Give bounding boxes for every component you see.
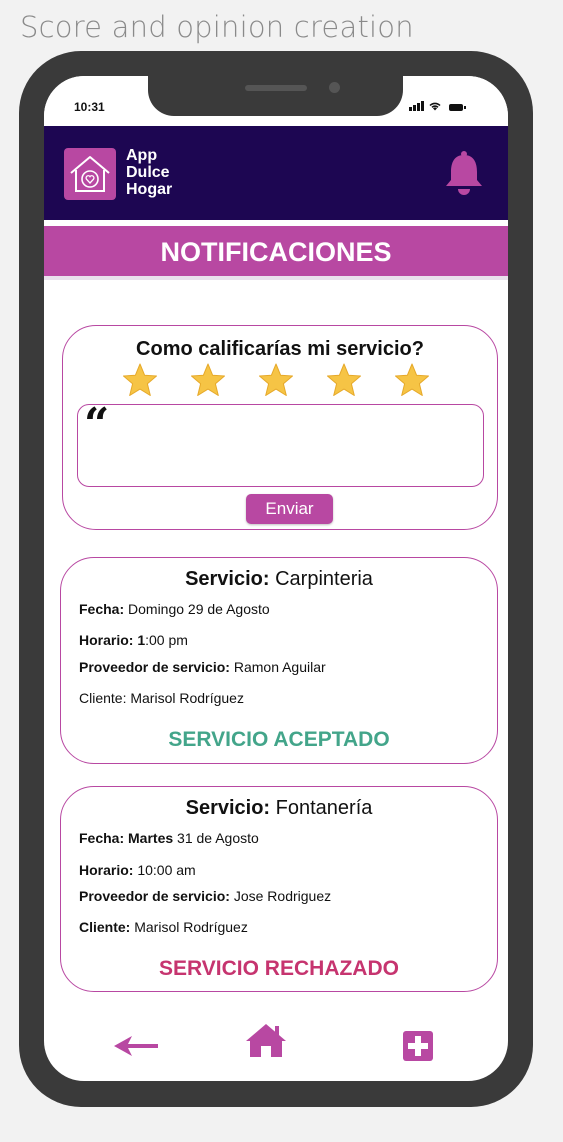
field-label: Fecha: Martes — [79, 830, 174, 846]
star-icon[interactable] — [325, 362, 363, 400]
field-label: Horario: — [79, 862, 134, 878]
service-title-label: Servicio: — [185, 568, 270, 590]
quote-icon: “ — [84, 399, 110, 450]
title-shadow — [44, 276, 508, 280]
service-client: Cliente: Marisol Rodríguez — [79, 919, 248, 935]
comment-box: “ — [77, 399, 484, 487]
phone-notch — [148, 76, 403, 116]
battery-icon — [449, 104, 466, 111]
wifi-icon — [429, 102, 441, 111]
field-value: 31 de Agosto — [173, 830, 259, 846]
status-bar: 10:31 — [44, 76, 508, 126]
field-value: Ramon Aguilar — [229, 659, 326, 675]
service-time: Horario: 10:00 am — [79, 862, 196, 878]
status-time: 10:31 — [74, 100, 105, 114]
star-rating — [121, 362, 431, 400]
star-icon[interactable] — [189, 362, 227, 400]
rating-question: Como calificarías mi servicio? — [136, 338, 424, 360]
field-label: Proveedor de servicio: — [79, 659, 230, 675]
field-value: Cliente: Marisol Rodríguez — [79, 690, 244, 706]
service-date: Fecha: Martes 31 de Agosto — [79, 830, 259, 846]
field-label: Proveedor de servicio: — [79, 888, 230, 904]
star-icon[interactable] — [257, 362, 295, 400]
service-status: SERVICIO ACEPTADO — [168, 728, 390, 751]
service-date: Fecha: Domingo 29 de Agosto — [79, 601, 270, 617]
speaker-grille — [245, 85, 307, 91]
app-header: App Dulce Hogar — [44, 126, 508, 220]
home-icon[interactable] — [245, 1022, 287, 1063]
brand-line: App — [126, 147, 158, 164]
service-card[interactable]: Servicio: Carpinteria Fecha: Domingo 29 … — [60, 557, 498, 764]
brand-line: Hogar — [126, 181, 173, 198]
service-title-value: Fontanería — [270, 797, 373, 819]
field-value: Marisol Rodríguez — [130, 919, 248, 935]
app-screen: 10:31 App Dulce Hogar NOTIFICACIONES Com… — [44, 76, 508, 1081]
service-title: Servicio: Carpinteria — [61, 568, 497, 591]
field-label: Fecha: — [79, 601, 125, 617]
service-provider: Proveedor de servicio: Jose Rodriguez — [79, 888, 331, 904]
field-value: Jose Rodriguez — [229, 888, 332, 904]
field-value: Domingo 29 de Agosto — [124, 601, 270, 617]
service-time: Horario: 1:00 pm — [79, 632, 188, 648]
service-title-label: Servicio: — [185, 797, 271, 819]
arrow-left-icon[interactable] — [112, 1032, 160, 1065]
front-camera — [329, 82, 340, 93]
service-client: Cliente: Marisol Rodríguez — [79, 690, 244, 706]
service-card[interactable]: Servicio: Fontanería Fecha: Martes 31 de… — [60, 786, 498, 992]
bell-icon[interactable] — [444, 150, 484, 196]
logo-house-icon — [64, 148, 116, 200]
status-icons — [409, 100, 466, 111]
service-title: Servicio: Fontanería — [61, 797, 497, 820]
signal-icon — [409, 100, 424, 111]
field-value: :00 pm — [145, 632, 188, 648]
field-label: Cliente: — [79, 919, 131, 935]
brand-name: App Dulce Hogar — [126, 147, 172, 198]
field-label: Horario: 1 — [79, 632, 146, 648]
service-status: SERVICIO RECHAZADO — [159, 957, 399, 980]
service-title-value: Carpinteria — [269, 568, 373, 590]
page-title: NOTIFICACIONES — [44, 226, 508, 276]
bottom-nav — [44, 1016, 508, 1076]
plus-square-icon[interactable] — [403, 1031, 433, 1066]
comment-input[interactable] — [118, 415, 477, 479]
star-icon[interactable] — [393, 362, 431, 400]
star-icon[interactable] — [121, 362, 159, 400]
brand-line: Dulce — [126, 164, 170, 181]
send-button[interactable]: Enviar — [246, 494, 333, 524]
rating-card: Como calificarías mi servicio? “ Enviar — [62, 325, 498, 530]
field-value: 10:00 am — [133, 862, 196, 878]
service-provider: Proveedor de servicio: Ramon Aguilar — [79, 659, 326, 675]
frame-caption: Score and opinion creation — [20, 10, 414, 44]
